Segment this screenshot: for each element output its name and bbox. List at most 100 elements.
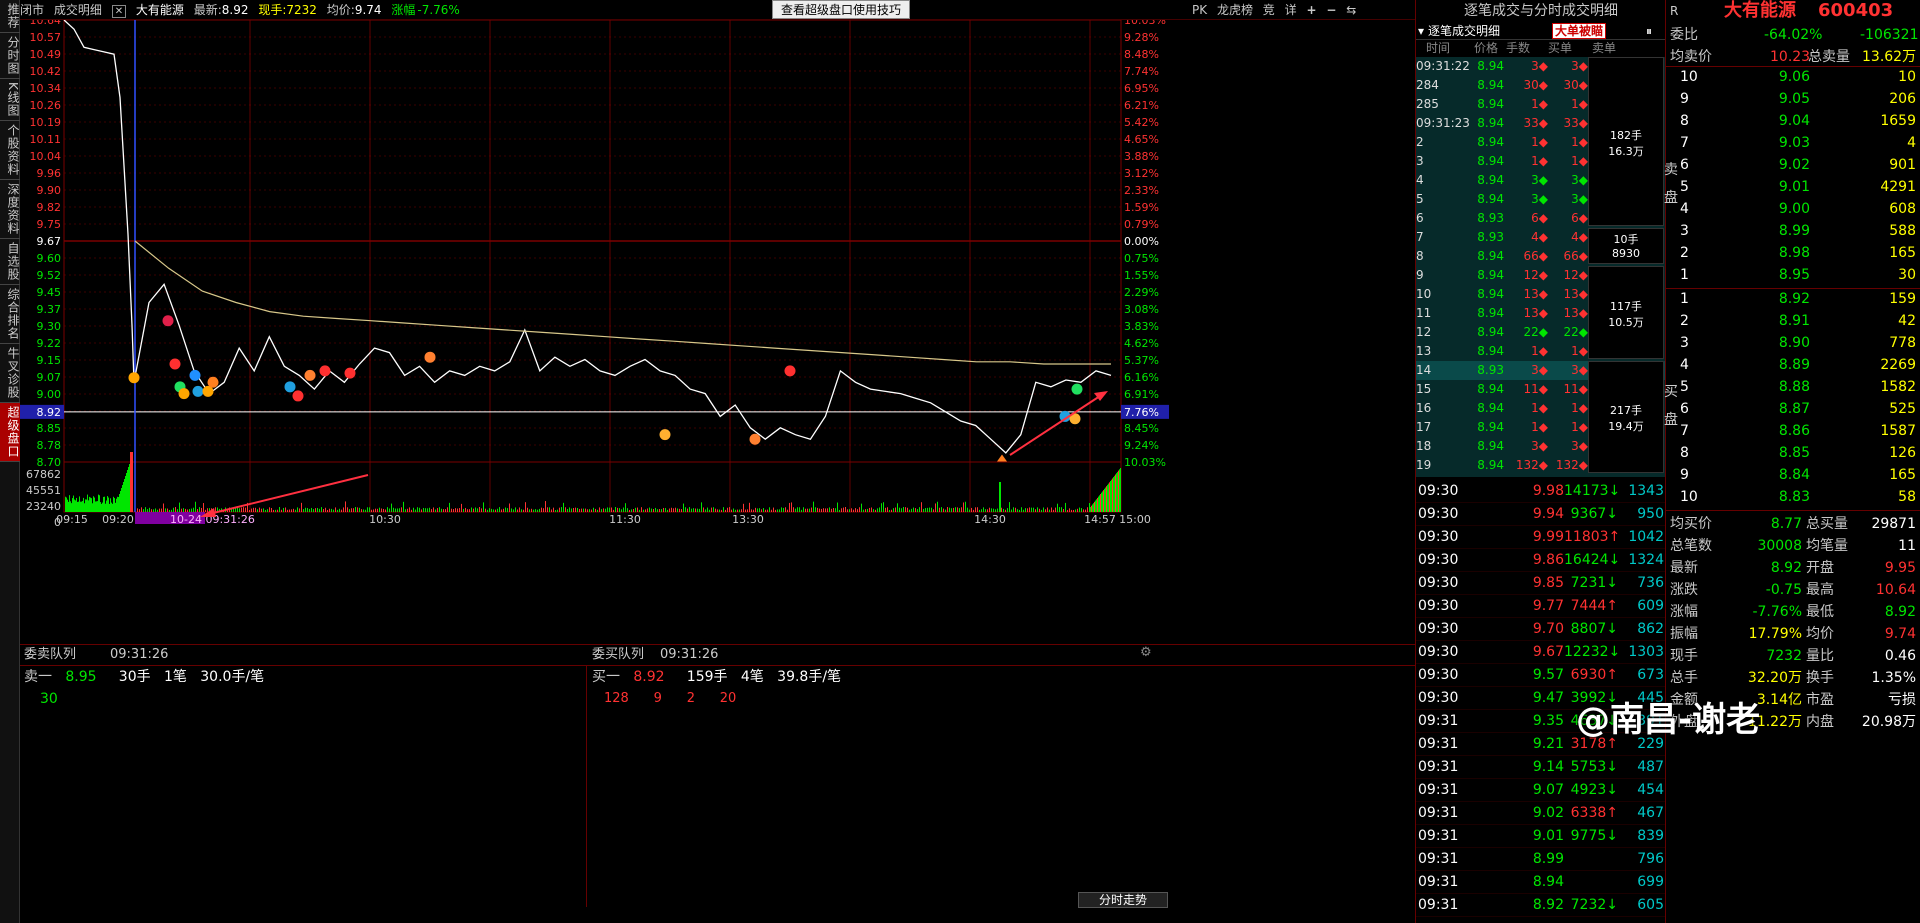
volume-bar [709, 510, 710, 512]
volume-bar [343, 507, 344, 512]
tick-buy-order: 13◆ [1544, 304, 1588, 323]
trade-signal-dot[interactable] [1072, 384, 1083, 395]
volume-bar [391, 504, 392, 512]
volume-bar [837, 503, 838, 512]
tick-time: 11 [1416, 304, 1456, 323]
volume-bar [689, 507, 690, 512]
volume-bar [465, 508, 466, 512]
dropdown-icon[interactable]: ▾ [1418, 22, 1424, 40]
tick-price: 8.94 [1466, 95, 1504, 114]
trade-signal-dot[interactable] [320, 365, 331, 376]
auction-button[interactable]: 竞 [1263, 3, 1275, 17]
sidebar-item[interactable]: 深度资料 [0, 180, 20, 239]
volume-bar [339, 509, 340, 512]
tick-lots: 1◆ [1504, 399, 1548, 418]
sell-level-index: 4 [1680, 198, 1689, 220]
trade-signal-dot[interactable] [750, 434, 761, 445]
sidebar-item[interactable]: 分时图 [0, 33, 20, 79]
tick-price: 8.94 [1466, 76, 1504, 95]
trade-signal-dot[interactable] [305, 370, 316, 381]
trade-signal-dot[interactable] [785, 365, 796, 376]
settings-icon[interactable]: ⚙ [1140, 645, 1152, 660]
zoom-in-icon[interactable]: + [1306, 3, 1316, 17]
volume-bar [195, 502, 196, 512]
buy-order-book: 1 8.92 159 2 8.91 42 3 8.90 778 4 8.89 2269 5 8.88 158… [1666, 288, 1920, 508]
stat-label: 涨幅 [1670, 601, 1698, 623]
volume-bar [191, 509, 192, 512]
volume-bar [102, 503, 103, 512]
volume-bar [337, 510, 338, 512]
tab-trade-detail[interactable]: 成交明细 [54, 3, 102, 17]
dragon-tiger-button[interactable]: 龙虎榜 [1217, 3, 1253, 17]
volume-bar [829, 507, 830, 512]
watermark-text: @南昌-谢老 [1576, 692, 1760, 741]
close-icon[interactable]: ✕ [112, 5, 126, 18]
volume-bar [659, 509, 660, 512]
volume-bar [821, 509, 822, 512]
trade-signal-dot[interactable] [190, 370, 201, 381]
pause-icon[interactable]: ⏸ [1646, 22, 1652, 40]
volume-bar [1039, 509, 1040, 512]
volume-bar [108, 498, 109, 512]
detail-button[interactable]: 详 [1285, 3, 1297, 17]
intraday-trend-button[interactable]: 分时走势 [1078, 892, 1168, 908]
volume-bar [907, 508, 908, 512]
volume-bar [857, 509, 858, 512]
volume-bar [285, 507, 286, 512]
buy-level-price: 8.84 [1746, 464, 1810, 486]
tick-price: 8.93 [1466, 209, 1504, 228]
sidebar-item[interactable]: 综合排名 [0, 285, 20, 344]
trade-signal-dot[interactable] [170, 359, 181, 370]
sidebar-item[interactable]: 牛叉诊股 [0, 344, 20, 403]
trade-signal-dot[interactable] [660, 429, 671, 440]
sidebar-item[interactable]: 超级盘口 [0, 403, 20, 462]
volume-bar [241, 508, 242, 512]
intraday-chart[interactable]: 10.64 10.03% 10.57 9.28% 10.49 8.48% 10.42 7.74… [20, 20, 1415, 650]
sell-level-row: 3 8.99 588 [1666, 220, 1920, 242]
big-order-button[interactable]: 大单被瞄 [1552, 23, 1606, 39]
price-tick-label: 9.67 [37, 235, 62, 248]
trade-signal-dot[interactable] [193, 386, 204, 397]
volume-bar [787, 510, 788, 512]
usage-tips-button[interactable]: 查看超级盘口使用技巧 [772, 0, 910, 19]
tick-price: 8.94 [1466, 418, 1504, 437]
volume-bar [761, 509, 762, 512]
volume-bar [977, 507, 978, 512]
pk-button[interactable]: PK [1192, 3, 1207, 17]
detail-time: 09:30 [1418, 480, 1458, 503]
pct-tick-label: 4.65% [1124, 133, 1159, 146]
sidebar-item[interactable]: K线图 [0, 79, 20, 121]
tick-price: 8.94 [1466, 171, 1504, 190]
trade-signal-dot[interactable] [285, 381, 296, 392]
sidebar-item[interactable]: 推荐 [0, 0, 20, 33]
sell-queue-time: 09:31:26 [110, 645, 168, 665]
trade-signal-dot[interactable] [179, 388, 190, 399]
volume-bar [399, 508, 400, 512]
volume-bar [541, 508, 542, 512]
trade-signal-dot[interactable] [129, 372, 140, 383]
sell-level-price: 8.95 [1746, 264, 1810, 286]
volume-bar [259, 508, 260, 512]
volume-bar [297, 507, 298, 512]
volume-bar [1108, 484, 1109, 512]
price-tick-label: 9.45 [37, 286, 62, 299]
volume-bar [433, 507, 434, 512]
volume-bar [555, 510, 556, 512]
tab-close-market[interactable]: 闭市 [20, 3, 44, 17]
trade-signal-dot[interactable] [425, 352, 436, 363]
trade-signal-dot[interactable] [345, 368, 356, 379]
trade-signal-dot[interactable] [163, 315, 174, 326]
sidebar-item[interactable]: 自选股 [0, 239, 20, 285]
trade-signal-dot[interactable] [208, 377, 219, 388]
detail-volume: 11803↑ [1564, 526, 1618, 549]
volume-bar [83, 498, 84, 512]
trade-signal-dot[interactable] [293, 390, 304, 401]
detail-count: 1343 [1618, 480, 1664, 503]
tick-time: 2 [1416, 133, 1456, 152]
swap-icon[interactable]: ⇆ [1346, 3, 1356, 17]
stat-row: 总笔数 30008 均笔量 11 [1666, 535, 1920, 557]
tick-price: 8.94 [1466, 190, 1504, 209]
zoom-out-icon[interactable]: − [1326, 3, 1336, 17]
sidebar-item[interactable]: 个股资料 [0, 121, 20, 180]
stat-label: 量比 [1806, 645, 1834, 667]
